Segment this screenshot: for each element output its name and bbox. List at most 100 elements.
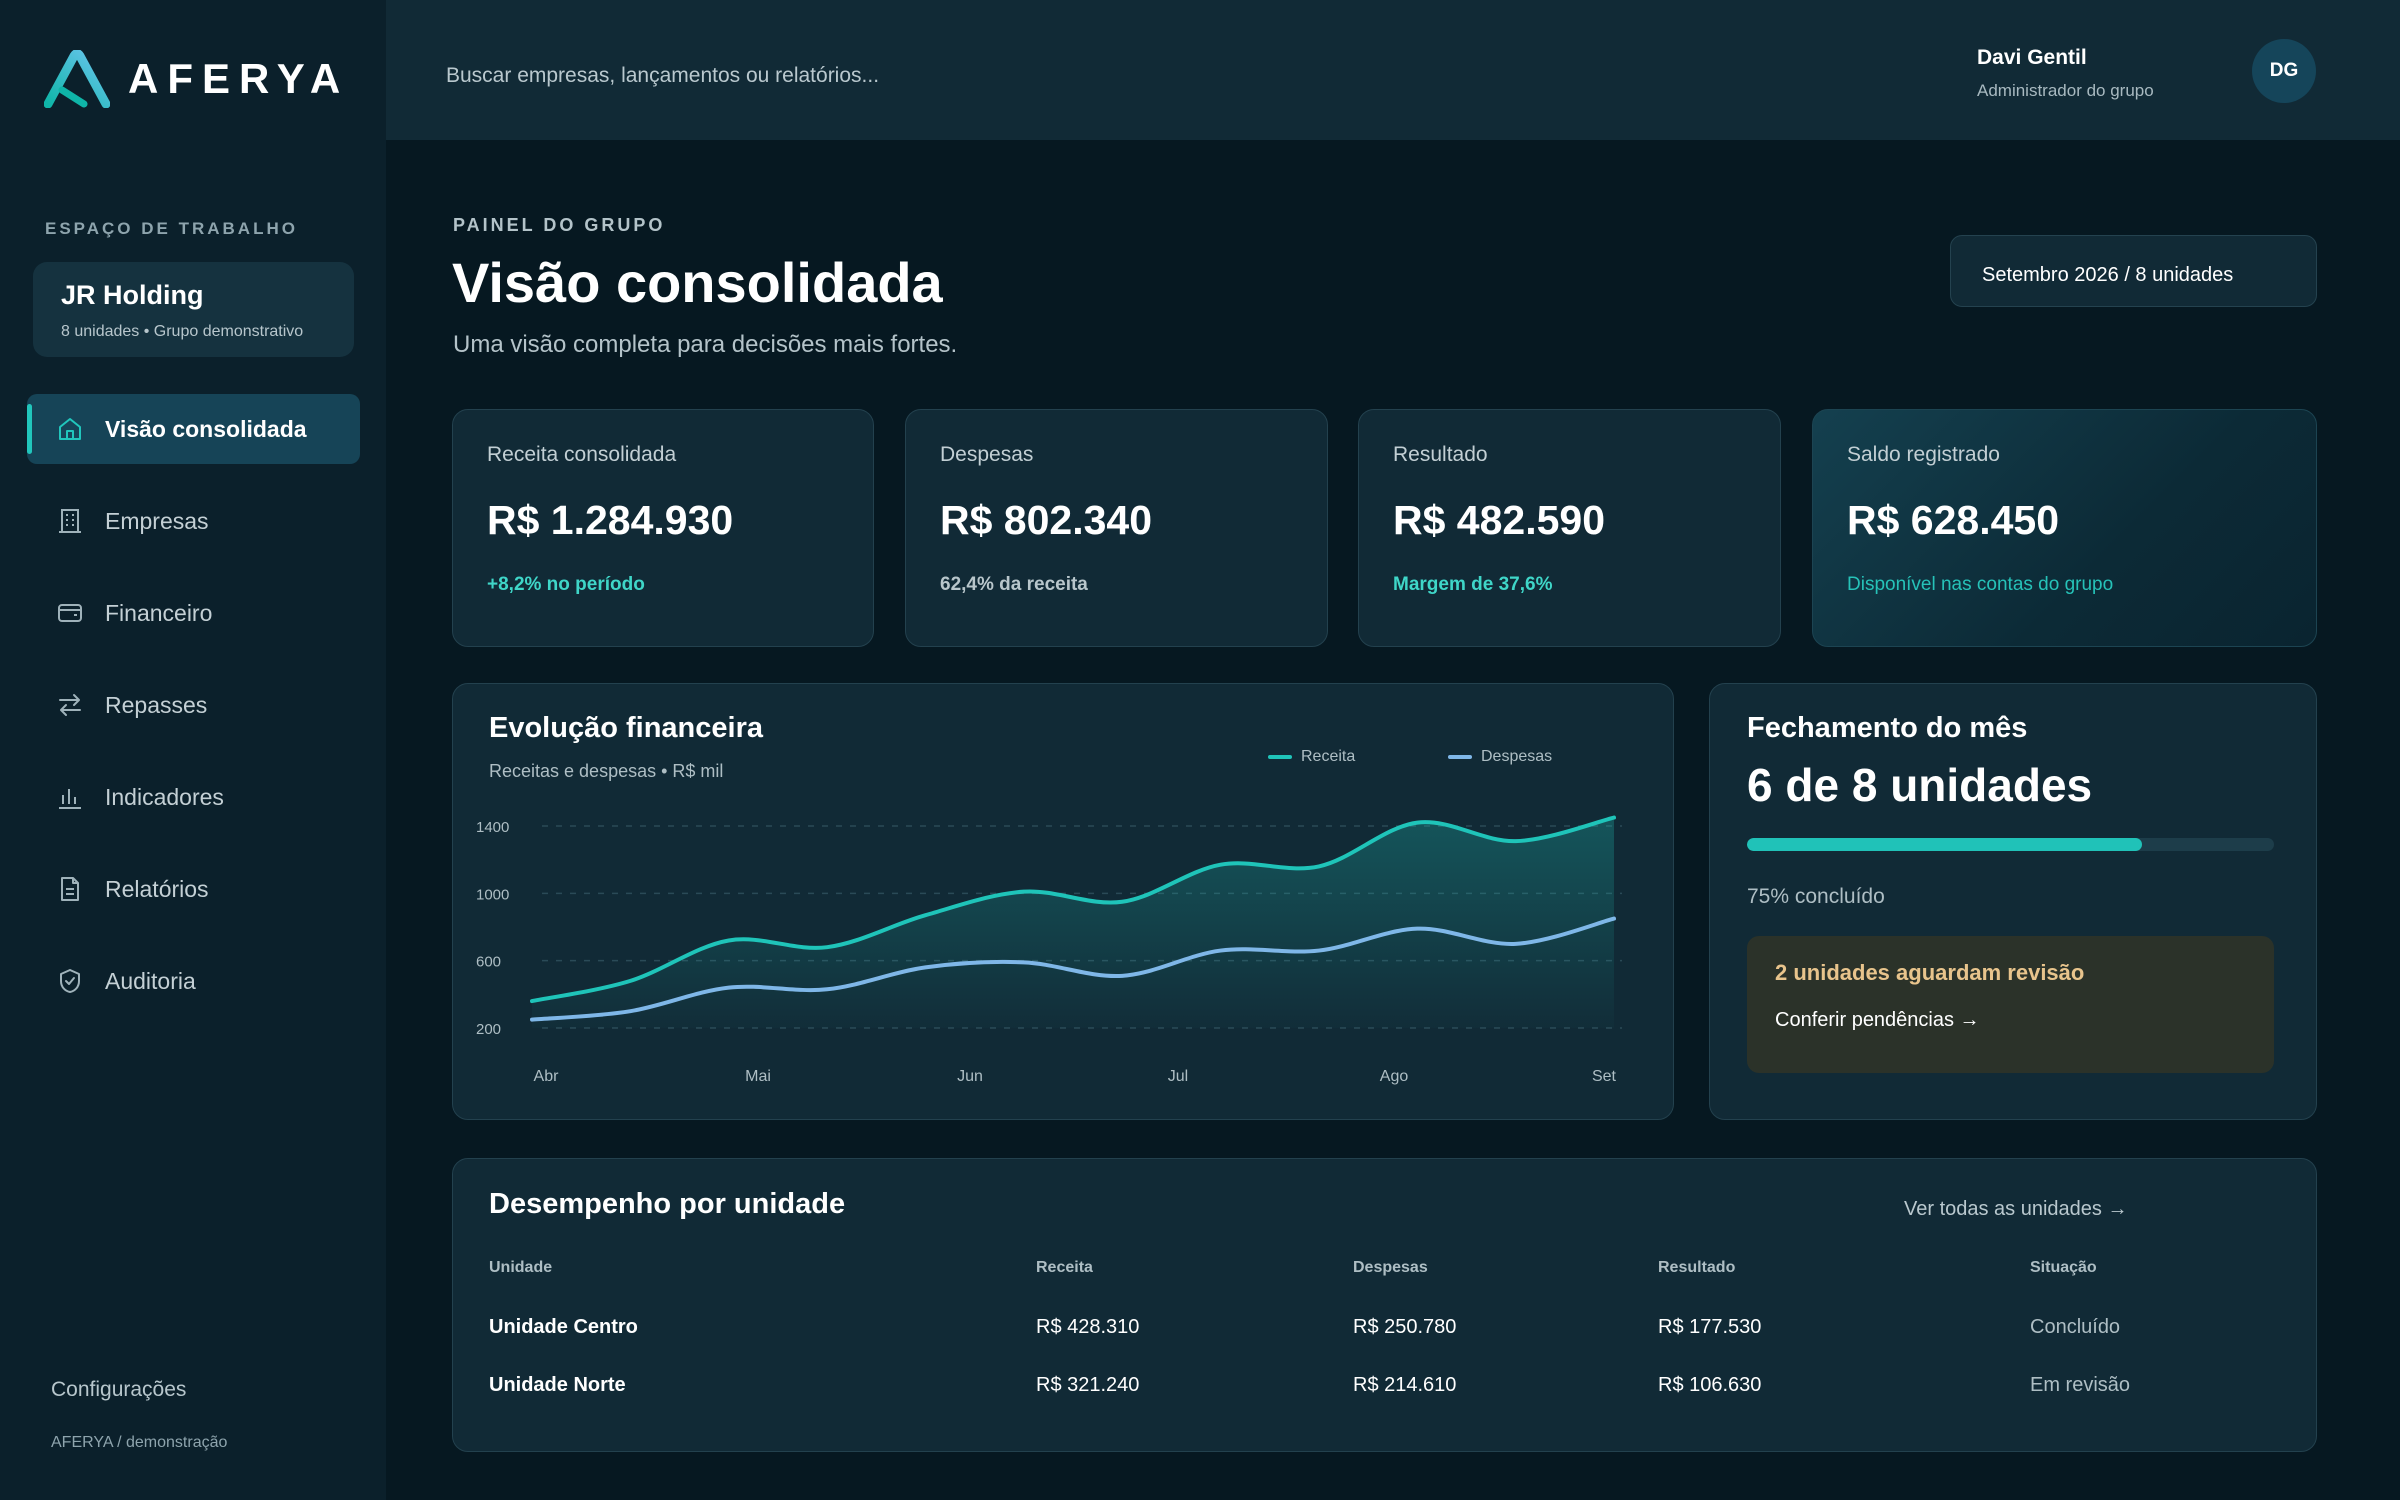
kpi-card-despesas: Despesas R$ 802.340 62,4% da receita — [905, 409, 1328, 647]
sidebar-item-repasses[interactable]: Repasses — [27, 670, 360, 740]
cell-result: R$ 177.530 — [1658, 1316, 1762, 1338]
kpi-label: Receita consolidada — [487, 443, 677, 466]
kpi-card-saldo: Saldo registrado R$ 628.450 Disponível n… — [1812, 409, 2317, 647]
sidebar-item-visao-consolidada[interactable]: Visão consolidada — [27, 394, 360, 464]
legend-label: Receita — [1301, 748, 1356, 765]
legend-despesas[interactable]: Despesas — [1448, 748, 1552, 766]
page-eyebrow: PAINEL DO GRUPO — [453, 215, 666, 235]
progress-fill — [1747, 838, 2143, 851]
x-tick-label: Mai — [745, 1068, 771, 1085]
column-header: Situação — [2030, 1259, 2097, 1276]
page-title: Visão consolidada — [452, 251, 943, 314]
brand-name: AFERYA — [128, 55, 350, 102]
closing-title: Fechamento do mês — [1747, 712, 2028, 744]
y-tick-label: 200 — [476, 1021, 501, 1038]
legend-receita[interactable]: Receita — [1268, 748, 1355, 766]
alert-title: 2 unidades aguardam revisão — [1775, 960, 2085, 985]
column-header: Receita — [1036, 1259, 1093, 1276]
user-name: Davi Gentil — [1977, 46, 2087, 69]
kpi-card-receita: Receita consolidada R$ 1.284.930 +8,2% n… — [452, 409, 874, 647]
document-icon — [55, 874, 85, 904]
brand-mark-icon — [44, 50, 110, 108]
column-header: Resultado — [1658, 1259, 1736, 1276]
kpi-label: Saldo registrado — [1847, 443, 2000, 466]
transfer-icon — [55, 690, 85, 720]
chart-title: Evolução financeira — [489, 712, 763, 744]
sidebar: AFERYA ESPAÇO DE TRABALHO JR Holding 8 u… — [0, 0, 386, 1500]
legend-swatch — [1268, 755, 1292, 759]
sidebar-item-relatorios[interactable]: Relatórios — [27, 854, 360, 924]
column-header: Despesas — [1353, 1259, 1428, 1276]
sidebar-item-label: Financeiro — [105, 599, 213, 626]
home-icon — [55, 414, 85, 444]
kpi-note: Disponível nas contas do grupo — [1847, 574, 2114, 595]
kpi-value: R$ 628.450 — [1847, 497, 2060, 543]
closing-progress-bar — [1747, 838, 2274, 851]
workspace-name: JR Holding — [61, 280, 204, 310]
cell-result: R$ 106.630 — [1658, 1374, 1762, 1396]
workspace-switcher[interactable]: JR Holding 8 unidades • Grupo demonstrat… — [33, 262, 354, 357]
kpi-note: +8,2% no período — [487, 574, 645, 595]
view-all-units-link[interactable]: Ver todas as unidades → — [1904, 1198, 2127, 1221]
sidebar-footnote: AFERYA / demonstração — [51, 1434, 228, 1451]
cell-revenue: R$ 321.240 — [1036, 1374, 1140, 1396]
bar-chart-icon — [55, 782, 85, 812]
y-tick-label: 1400 — [476, 819, 509, 836]
settings-link[interactable]: Configurações — [51, 1378, 186, 1402]
workspace-label: ESPAÇO DE TRABALHO — [45, 219, 298, 238]
legend-label: Despesas — [1481, 748, 1553, 765]
kpi-value: R$ 1.284.930 — [487, 497, 734, 543]
x-tick-label: Ago — [1380, 1068, 1409, 1085]
kpi-card-resultado: Resultado R$ 482.590 Margem de 37,6% — [1358, 409, 1781, 647]
x-tick-label: Abr — [534, 1068, 560, 1085]
review-pending-link[interactable]: Conferir pendências → — [1775, 1009, 2246, 1032]
sidebar-item-label: Indicadores — [105, 783, 224, 810]
sidebar-item-auditoria[interactable]: Auditoria — [27, 946, 360, 1016]
x-tick-label: Jun — [957, 1068, 983, 1085]
cell-expenses: R$ 250.780 — [1353, 1316, 1457, 1338]
wallet-icon — [55, 598, 85, 628]
building-icon — [55, 506, 85, 536]
user-role: Administrador do grupo — [1977, 81, 2154, 100]
chart-subtitle: Receitas e despesas • R$ mil — [489, 761, 724, 781]
kpi-note: Margem de 37,6% — [1393, 574, 1553, 595]
cell-unit: Unidade Norte — [489, 1374, 626, 1396]
shield-check-icon — [55, 966, 85, 996]
brand-logo[interactable]: AFERYA — [44, 50, 349, 108]
sidebar-item-label: Relatórios — [105, 875, 209, 902]
legend-swatch — [1448, 755, 1472, 759]
search-input[interactable]: Buscar empresas, lançamentos ou relatóri… — [446, 64, 879, 88]
kpi-label: Despesas — [940, 443, 1034, 466]
sidebar-item-indicadores[interactable]: Indicadores — [27, 762, 360, 832]
avatar[interactable]: DG — [2252, 39, 2316, 103]
page-subtitle: Uma visão completa para decisões mais fo… — [453, 331, 958, 358]
performance-title: Desempenho por unidade — [489, 1188, 846, 1220]
sidebar-item-empresas[interactable]: Empresas — [27, 486, 360, 556]
closing-summary: 6 de 8 unidades — [1747, 759, 2093, 811]
sidebar-item-label: Auditoria — [105, 967, 196, 994]
kpi-value: R$ 802.340 — [940, 497, 1153, 543]
y-tick-label: 1000 — [476, 886, 509, 903]
cell-unit: Unidade Centro — [489, 1316, 638, 1338]
kpi-label: Resultado — [1393, 443, 1488, 466]
workspace-subtitle: 8 unidades • Grupo demonstrativo — [61, 323, 304, 340]
x-tick-label: Set — [1592, 1068, 1617, 1085]
sidebar-item-label: Empresas — [105, 507, 209, 534]
cell-status: Concluído — [2030, 1316, 2121, 1338]
sidebar-item-label: Repasses — [105, 691, 208, 718]
topbar: Buscar empresas, lançamentos ou relatóri… — [386, 0, 2400, 140]
y-tick-label: 600 — [476, 954, 501, 971]
sidebar-item-financeiro[interactable]: Financeiro — [27, 578, 360, 648]
cell-expenses: R$ 214.610 — [1353, 1374, 1457, 1396]
cell-revenue: R$ 428.310 — [1036, 1316, 1140, 1338]
progress-label: 75% concluído — [1747, 885, 1885, 908]
period-selector[interactable]: Setembro 2026 / 8 unidades — [1950, 235, 2317, 307]
column-header: Unidade — [489, 1259, 553, 1276]
x-tick-label: Jul — [1168, 1068, 1188, 1085]
pending-alert: 2 unidades aguardam revisão Conferir pen… — [1747, 936, 2274, 1073]
sidebar-nav: Visão consolidada Empresas Financeiro Re… — [27, 394, 360, 1038]
kpi-value: R$ 482.590 — [1393, 497, 1606, 543]
kpi-note: 62,4% da receita — [940, 574, 1088, 595]
sidebar-item-label: Visão consolidada — [105, 415, 307, 442]
cell-status: Em revisão — [2030, 1374, 2131, 1396]
